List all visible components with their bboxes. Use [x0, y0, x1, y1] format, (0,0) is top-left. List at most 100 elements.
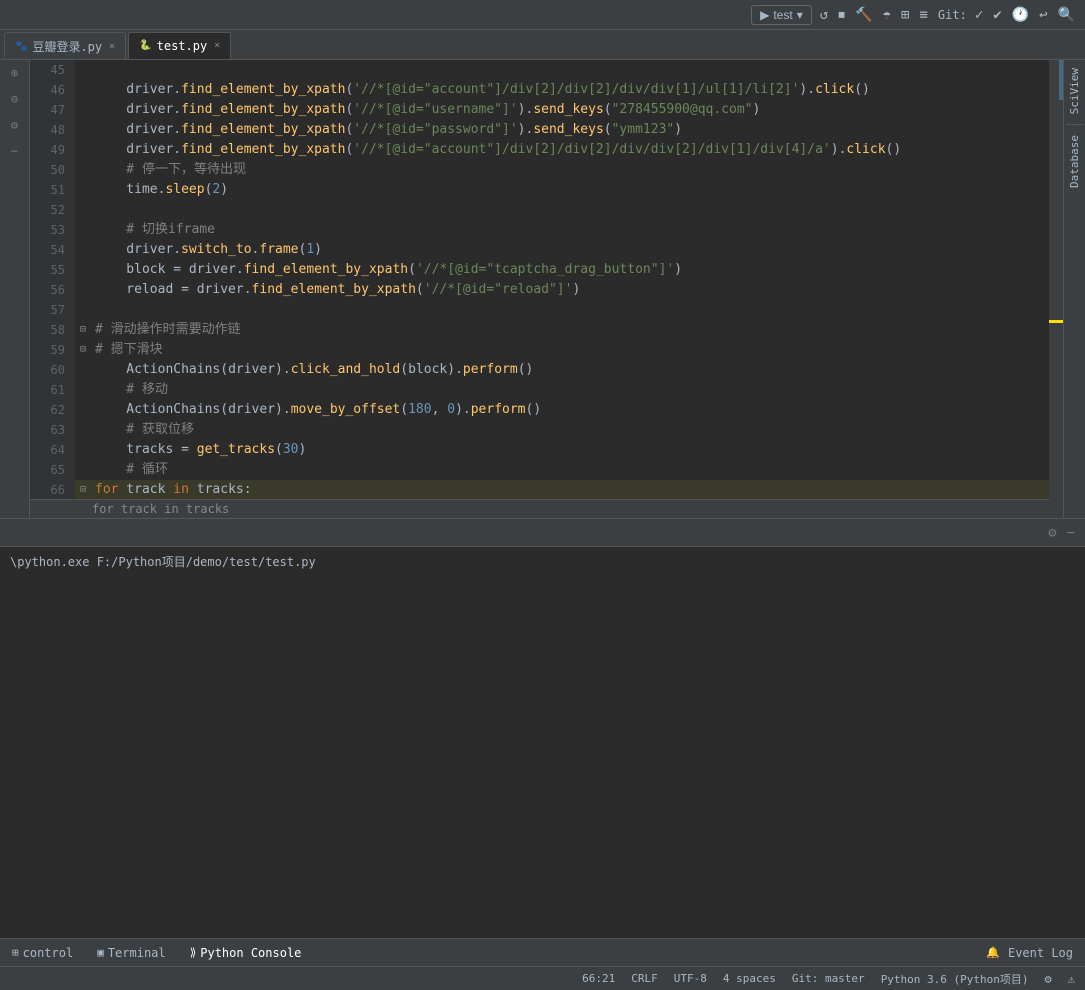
status-encoding[interactable]: UTF-8 — [674, 972, 707, 985]
status-crlf[interactable]: CRLF — [631, 972, 658, 985]
table-row: 57 — [30, 300, 1049, 320]
line-num: 63 — [30, 420, 75, 440]
line-content: tracks = get_tracks(30) — [91, 440, 1049, 460]
toolbar-icons: ↺ ⏹ 🔨 ☂ ⊞ ≡ — [818, 5, 930, 25]
fold-indicator[interactable]: ⊟ — [75, 320, 91, 340]
profile-icon[interactable]: ⊞ — [899, 5, 911, 25]
table-row: 63 # 获取位移 — [30, 420, 1049, 440]
right-scrollbar[interactable] — [1049, 60, 1063, 518]
table-row: 56 reload = driver.find_element_by_xpath… — [30, 280, 1049, 300]
table-row: 50 # 停一下，等待出现 — [30, 160, 1049, 180]
tab-label-test: test.py — [157, 39, 208, 53]
bottom-toolbar: ⚙ − — [0, 519, 1085, 547]
table-row: 66 ⊟ for track in tracks: — [30, 480, 1049, 500]
git-label: Git: — [938, 8, 967, 22]
status-settings-icon[interactable]: ⚙ — [1045, 972, 1052, 986]
status-git[interactable]: Git: master — [792, 972, 865, 985]
more-icon[interactable]: ≡ — [917, 5, 929, 25]
git-undo-icon[interactable]: ↩ — [1037, 5, 1049, 25]
build-icon[interactable]: 🔨 — [853, 5, 874, 25]
line-num: 61 — [30, 380, 75, 400]
status-warn-icon: ⚠ — [1068, 972, 1075, 986]
line-num: 54 — [30, 240, 75, 260]
table-row: 53 # 切换iframe — [30, 220, 1049, 240]
table-row: 54 driver.switch_to.frame(1) — [30, 240, 1049, 260]
rerun-icon[interactable]: ↺ — [818, 5, 830, 25]
btab-terminal[interactable]: ▣ Terminal — [93, 944, 169, 962]
fold-indicator — [75, 180, 91, 200]
settings-icon[interactable]: ⚙ — [1046, 523, 1058, 543]
line-content: # 移动 — [91, 380, 1049, 400]
line-num: 62 — [30, 400, 75, 420]
table-row: 49 driver.find_element_by_xpath('//*[@id… — [30, 140, 1049, 160]
line-content: driver.find_element_by_xpath('//*[@id="u… — [91, 100, 1049, 120]
table-row: 55 block = driver.find_element_by_xpath(… — [30, 260, 1049, 280]
status-python[interactable]: Python 3.6 (Python项目) — [881, 971, 1029, 987]
side-tab-divider — [1066, 124, 1084, 125]
gutter-icon-settings[interactable]: ⚙ — [9, 116, 20, 134]
editor-container: ⊕ ⊖ ⚙ − 45 46 driver.find_element_by_xpa… — [0, 60, 1085, 518]
code-editor[interactable]: 45 46 driver.find_element_by_xpath('//*[… — [30, 60, 1049, 518]
fold-indicator — [75, 300, 91, 320]
fold-indicator — [75, 120, 91, 140]
line-num: 65 — [30, 460, 75, 480]
btab-event-log[interactable]: Event Log — [1004, 944, 1077, 962]
line-num: 59 — [30, 340, 75, 360]
fold-indicator — [75, 220, 91, 240]
bottom-content: \python.exe F:/Python项目/demo/test/test.p… — [0, 547, 1085, 938]
line-content: # 获取位移 — [91, 420, 1049, 440]
line-content — [91, 60, 1049, 80]
line-content: # 滑动操作时需要动作链 — [91, 320, 1049, 340]
minimize-icon[interactable]: − — [1065, 523, 1077, 543]
status-indent[interactable]: 4 spaces — [723, 972, 776, 985]
line-content — [91, 200, 1049, 220]
fold-indicator — [75, 100, 91, 120]
search-icon[interactable]: 🔍 — [1056, 5, 1077, 25]
line-num: 55 — [30, 260, 75, 280]
tab-label-doumao: 豆瓣登录.py — [32, 38, 102, 55]
git-history-icon[interactable]: 🕐 — [1010, 5, 1031, 25]
gutter-icon-add[interactable]: ⊕ — [9, 64, 20, 82]
code-lines: 45 46 driver.find_element_by_xpath('//*[… — [30, 60, 1049, 518]
tab-doumao[interactable]: 🐾 豆瓣登录.py × — [4, 32, 126, 59]
line-content: time.sleep(2) — [91, 180, 1049, 200]
line-content: block = driver.find_element_by_xpath('//… — [91, 260, 1049, 280]
terminal-icon: ▣ — [97, 946, 104, 959]
event-log-bell-icon: 🔔 — [986, 946, 1000, 959]
tab-close-doumao[interactable]: × — [109, 41, 115, 52]
gutter-icon-minus[interactable]: − — [9, 142, 20, 160]
line-num: 45 — [30, 60, 75, 80]
line-content: # 停一下，等待出现 — [91, 160, 1049, 180]
hint-text: for track in tracks — [92, 502, 229, 516]
fold-indicator[interactable]: ⊟ — [75, 480, 91, 500]
fold-indicator — [75, 420, 91, 440]
status-position[interactable]: 66:21 — [582, 972, 615, 985]
tab-close-test[interactable]: × — [214, 40, 220, 51]
coverage-icon[interactable]: ☂ — [881, 5, 893, 25]
side-tabs: SciView Database — [1063, 60, 1085, 518]
fold-indicator — [75, 140, 91, 160]
fold-indicator — [75, 160, 91, 180]
side-tab-sciview[interactable]: SciView — [1064, 60, 1085, 122]
side-tab-database[interactable]: Database — [1064, 127, 1085, 196]
fold-indicator[interactable]: ⊟ — [75, 340, 91, 360]
table-row: 52 — [30, 200, 1049, 220]
line-content: driver.find_element_by_xpath('//*[@id="a… — [91, 140, 1049, 160]
line-content: driver.find_element_by_xpath('//*[@id="p… — [91, 120, 1049, 140]
gutter-icon-sub[interactable]: ⊖ — [9, 90, 20, 108]
tab-icon-doumao: 🐾 — [15, 41, 27, 52]
control-icon: ⊞ — [12, 946, 19, 959]
scroll-indicator-blue — [1059, 60, 1063, 100]
bottom-tabs-bar: ⊞ control ▣ Terminal ⟫ Python Console 🔔 … — [0, 938, 1085, 966]
fold-indicator — [75, 200, 91, 220]
run-button[interactable]: ▶ test ▾ — [751, 5, 812, 25]
git-tick-icon[interactable]: ✔ — [991, 5, 1003, 25]
btab-python-console[interactable]: ⟫ Python Console — [186, 944, 306, 962]
stop-icon[interactable]: ⏹ — [836, 5, 847, 25]
git-check-icon[interactable]: ✓ — [973, 5, 985, 25]
btab-label-python-console: Python Console — [200, 946, 301, 960]
tab-test[interactable]: 🐍 test.py × — [128, 32, 231, 59]
line-content: # 摁下滑块 — [91, 340, 1049, 360]
btab-control[interactable]: ⊞ control — [8, 944, 77, 962]
line-num: 49 — [30, 140, 75, 160]
